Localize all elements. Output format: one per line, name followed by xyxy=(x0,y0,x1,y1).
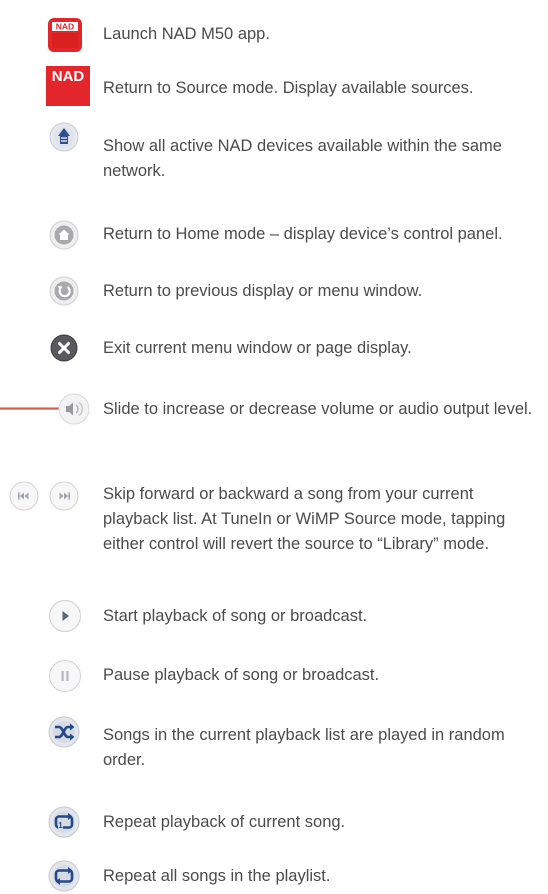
close-icon xyxy=(49,333,79,363)
item-description: Repeat all songs in the playlist. xyxy=(103,867,331,885)
logo-text: NAD xyxy=(56,22,74,32)
item-description: Start playback of song or broadcast. xyxy=(103,607,368,625)
logo-text: NAD xyxy=(52,68,85,85)
list-item: Songs in the current playback list are p… xyxy=(0,716,548,776)
list-item: Show all active NAD devices available wi… xyxy=(0,120,548,180)
list-item: NAD Launch NAD M50 app. xyxy=(0,18,548,52)
repeat-one-icon: 1 xyxy=(47,806,81,838)
list-item: Start playback of song or broadcast. xyxy=(0,599,548,633)
back-icon xyxy=(49,276,79,306)
item-description: Slide to increase or decrease volume or … xyxy=(103,400,533,418)
list-item: Exit current menu window or page display… xyxy=(0,333,548,363)
shuffle-icon xyxy=(47,716,81,748)
list-item: Slide to increase or decrease volume or … xyxy=(0,390,548,450)
skip-buttons-icon xyxy=(6,480,84,512)
repeat-all-icon xyxy=(47,860,81,892)
item-description: Launch NAD M50 app. xyxy=(103,25,270,43)
pause-icon xyxy=(48,659,82,693)
item-description: Return to previous display or menu windo… xyxy=(103,282,423,300)
list-item: Return to previous display or menu windo… xyxy=(0,276,548,306)
list-item: Pause playback of song or broadcast. xyxy=(0,659,548,693)
list-item: Repeat all songs in the playlist. xyxy=(0,860,548,892)
play-icon xyxy=(48,599,82,633)
item-description: Return to Home mode – display device’s c… xyxy=(103,225,503,243)
svg-text:1: 1 xyxy=(58,821,63,830)
volume-slider-icon xyxy=(0,392,92,426)
list-item: Return to Home mode – display device’s c… xyxy=(0,220,548,250)
item-description: Repeat playback of current song. xyxy=(103,813,346,831)
item-description: Songs in the current playback list are p… xyxy=(103,726,505,769)
item-description: Return to Source mode. Display available… xyxy=(103,79,474,97)
nad-app-icon: NAD xyxy=(48,18,82,52)
nad-logo-icon: NAD xyxy=(46,66,90,106)
list-item: NAD Return to Source mode. Display avail… xyxy=(0,66,548,106)
network-devices-icon xyxy=(49,122,79,152)
item-description: Show all active NAD devices available wi… xyxy=(103,137,502,180)
item-description: Skip forward or backward a song from you… xyxy=(103,485,506,553)
list-item: 1 Repeat playback of current song. xyxy=(0,806,548,838)
home-icon xyxy=(49,220,79,250)
item-description: Pause playback of song or broadcast. xyxy=(103,666,380,684)
list-item: Skip forward or backward a song from you… xyxy=(0,480,548,565)
item-description: Exit current menu window or page display… xyxy=(103,339,412,357)
